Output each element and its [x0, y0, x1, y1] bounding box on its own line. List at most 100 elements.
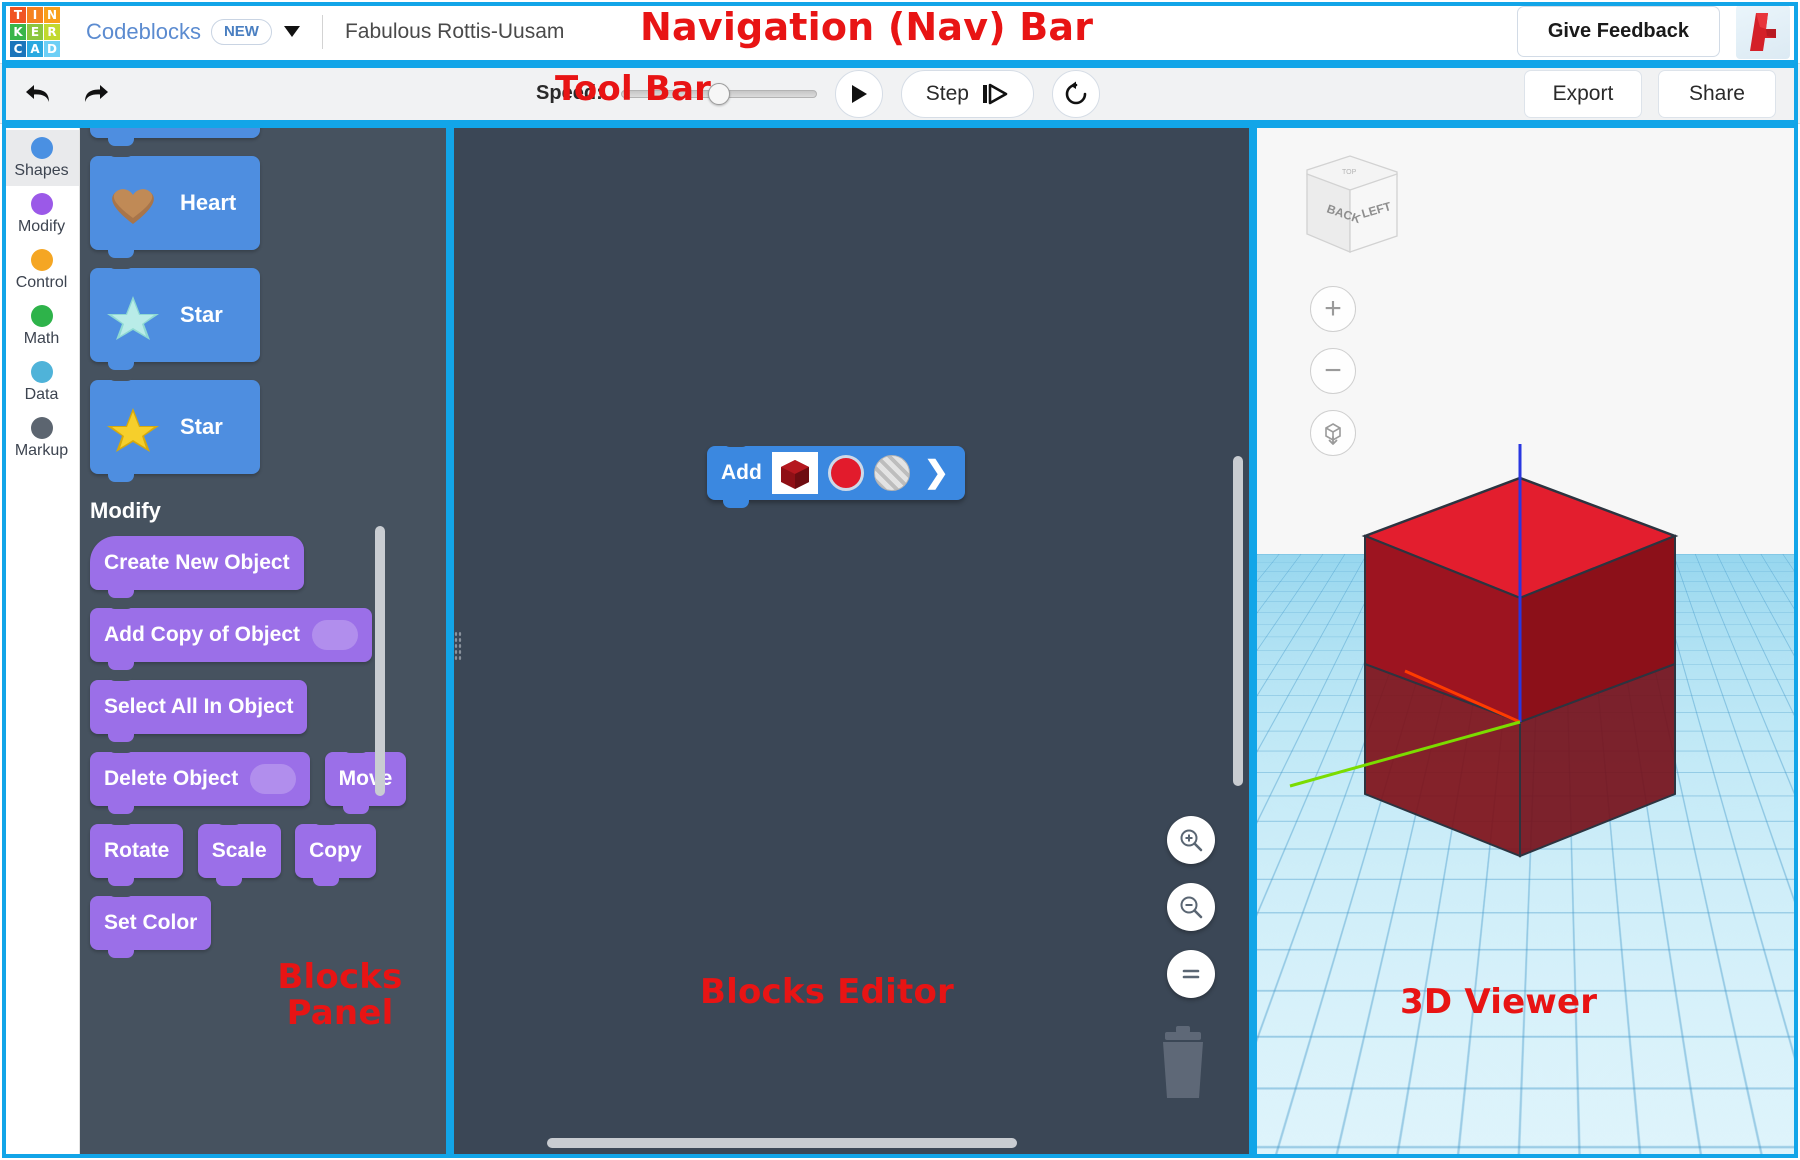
sidebar-item-shapes[interactable]: Shapes	[4, 130, 79, 186]
panel-resize-grip[interactable]	[454, 631, 462, 661]
sidebar-item-label: Shapes	[14, 162, 69, 179]
modify-block-scale[interactable]: Scale	[197, 816, 281, 886]
modify-block-add-copy-of-object[interactable]: Add Copy of Object	[90, 600, 372, 670]
editor-zoom-in-button[interactable]	[1167, 816, 1215, 864]
logo-cell-t: T	[10, 6, 26, 23]
3d-viewer[interactable]: BACK LEFT TOP + −	[1255, 126, 1796, 1156]
editor-vertical-scrollbar[interactable]	[1233, 456, 1243, 786]
logo-cell-a: A	[27, 40, 43, 57]
shape-block-star-teal[interactable]: Star	[90, 260, 260, 370]
palette-scroll-content: Heart Star Star Modify Create New Object	[80, 126, 449, 968]
viewer-zoom-in-button[interactable]: +	[1310, 286, 1356, 332]
block-label: Rotate	[104, 839, 170, 862]
modify-block-copy[interactable]: Copy	[295, 816, 376, 886]
step-label: Step	[925, 81, 969, 105]
editor-zoom-out-button[interactable]	[1167, 883, 1215, 931]
logo-cell-k: K	[10, 23, 26, 40]
blocks-panel[interactable]: Heart Star Star Modify Create New Object	[80, 126, 449, 1156]
shape-block-partial[interactable]	[90, 126, 260, 146]
nav-divider	[321, 14, 323, 49]
workplane-grid	[1255, 554, 1796, 1156]
logo-cell-c: C	[10, 40, 26, 57]
orange-shape-icon	[124, 126, 142, 128]
view-cube[interactable]: BACK LEFT TOP	[1285, 146, 1415, 266]
give-feedback-button[interactable]: Give Feedback	[1516, 6, 1720, 57]
tinkercad-codeblocks-app: T I N K E R C A D Codeblocks NEW Fabulou…	[0, 0, 1800, 1160]
logo-cell-i: I	[27, 6, 43, 23]
tinkercad-logo[interactable]: T I N K E R C A D	[10, 6, 60, 57]
sidebar-item-label: Modify	[17, 218, 66, 235]
view-cube-face-top: TOP	[1342, 169, 1357, 176]
viewer-fit-to-view-button[interactable]	[1310, 410, 1356, 456]
redo-arrow-icon[interactable]	[82, 81, 112, 107]
logo-cell-e: E	[27, 23, 43, 40]
undo-arrow-icon[interactable]	[22, 81, 52, 107]
palette-scrollbar[interactable]	[375, 526, 385, 796]
undo-redo-group	[22, 81, 112, 107]
sidebar-item-markup[interactable]: Markup	[4, 410, 79, 466]
modify-block-delete-object[interactable]: Delete Object	[90, 744, 311, 814]
modify-block-create-new-object[interactable]: Create New Object	[90, 536, 304, 598]
sidebar-item-data[interactable]: Data	[4, 354, 79, 410]
export-button[interactable]: Export	[1523, 69, 1642, 118]
share-button[interactable]: Share	[1657, 69, 1776, 118]
fit-to-view-icon	[1325, 423, 1341, 445]
color-swatch[interactable]	[827, 455, 864, 491]
sidebar-item-math[interactable]: Math	[4, 298, 79, 354]
shape-block-heart[interactable]: Heart	[90, 148, 260, 258]
block-label: Create New Object	[104, 551, 290, 574]
sidebar-item-control[interactable]: Control	[4, 242, 79, 298]
viewer-zoom-out-button[interactable]: −	[1310, 348, 1356, 394]
chevron-right-icon[interactable]: ❯	[924, 458, 949, 488]
trash-icon[interactable]	[1151, 1026, 1215, 1105]
zoom-out-icon	[1180, 896, 1203, 919]
play-icon	[851, 84, 867, 103]
logo-cell-n: N	[44, 6, 60, 23]
heart-shape-icon	[112, 189, 154, 224]
step-forward-icon	[982, 83, 1008, 104]
red-box-thumbnail-icon[interactable]	[771, 452, 818, 494]
object-dropdown-slot[interactable]	[312, 620, 358, 650]
category-rail: Shapes Modify Control Math Data Markup	[4, 126, 80, 1156]
modify-block-select-all-in-object[interactable]: Select All In Object	[90, 672, 308, 742]
logo-cell-r: R	[44, 23, 60, 40]
editor-zoom-reset-button[interactable]	[1167, 950, 1215, 998]
block-label: Set Color	[104, 911, 198, 934]
logo-cell-d: D	[44, 40, 60, 57]
block-label: Scale	[211, 839, 267, 862]
project-name[interactable]: Fabulous Rottis-Uusam	[345, 20, 564, 44]
zoom-reset-icon	[1182, 969, 1200, 979]
editor-horizontal-scrollbar[interactable]	[547, 1138, 1017, 1148]
hole-pattern-icon[interactable]	[873, 455, 910, 491]
user-3d-model-avatar[interactable]	[1736, 4, 1790, 59]
modify-block-move[interactable]: Move	[324, 744, 407, 814]
sidebar-item-modify[interactable]: Modify	[4, 186, 79, 242]
add-block[interactable]: Add ❯	[707, 438, 965, 508]
math-dot-icon	[30, 305, 53, 327]
modify-block-rotate[interactable]: Rotate	[90, 816, 184, 886]
palette-section-title-modify: Modify	[90, 498, 161, 523]
modify-block-set-color[interactable]: Set Color	[90, 888, 212, 958]
app-name-link[interactable]: Codeblocks	[86, 19, 201, 45]
object-dropdown-slot[interactable]	[250, 764, 297, 794]
modify-dot-icon	[30, 193, 53, 215]
speed-slider[interactable]	[620, 82, 817, 105]
restart-button[interactable]	[1051, 69, 1100, 118]
restart-icon	[1065, 81, 1087, 104]
chevron-down-icon[interactable]	[283, 26, 300, 37]
speed-slider-thumb[interactable]	[707, 82, 730, 105]
tool-bar: Speed: Step Export Share	[0, 64, 1800, 124]
shape-block-label: Heart	[180, 190, 237, 215]
nav-right-group: Give Feedback	[1516, 0, 1800, 63]
blocks-editor-canvas[interactable]: Add ❯	[452, 126, 1251, 1156]
sidebar-item-label: Control	[15, 274, 68, 291]
add-block-label: Add	[721, 461, 762, 484]
shape-block-star-yellow[interactable]: Star	[90, 372, 260, 482]
play-button[interactable]	[834, 69, 883, 118]
data-dot-icon	[30, 361, 53, 383]
sidebar-item-label: Data	[24, 386, 59, 403]
block-label: Select All In Object	[104, 695, 294, 718]
toolbar-right-group: Export Share	[1523, 69, 1776, 118]
markup-dot-icon	[30, 417, 53, 439]
step-button[interactable]: Step	[900, 69, 1034, 118]
